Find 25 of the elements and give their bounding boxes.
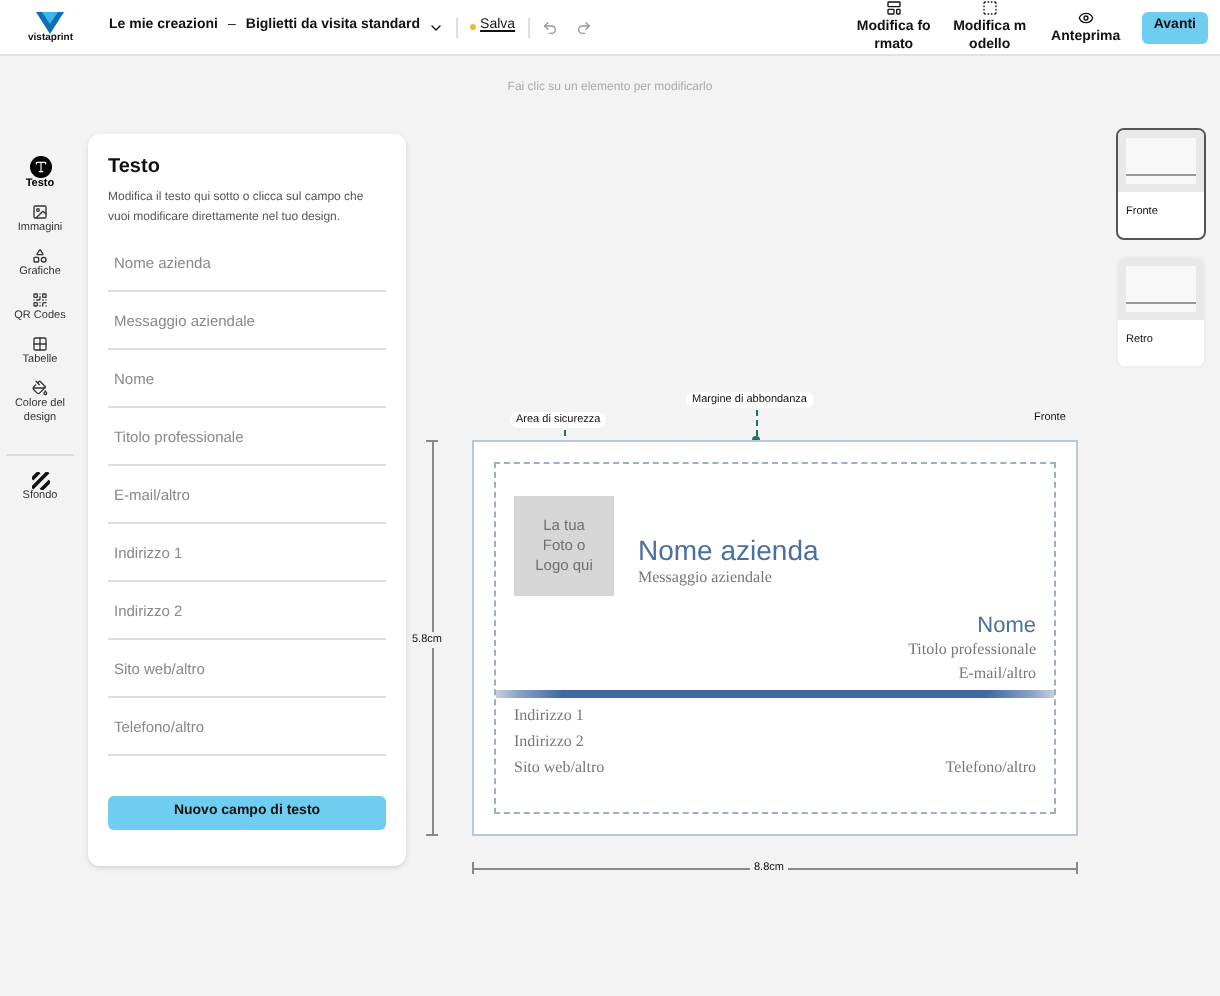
redo-icon[interactable] [575, 19, 592, 35]
thumbnail-preview [1118, 130, 1204, 192]
website-text[interactable]: Sito web/altro [514, 754, 605, 780]
address-line[interactable]: Indirizzo 2 [514, 728, 605, 754]
rail-icon [32, 248, 48, 264]
panel-title: Testo [108, 154, 162, 182]
person-name[interactable]: Nome [977, 614, 1036, 638]
toolbar-icon [885, 0, 902, 16]
thumbnail-preview [1118, 258, 1204, 320]
email-text[interactable]: E-mail/altro [958, 662, 1036, 686]
toolbar-icon [1077, 9, 1094, 25]
address-line[interactable]: Indirizzo 1 [514, 702, 605, 728]
undo-icon[interactable] [541, 19, 558, 35]
company-name[interactable]: Nome azienda [638, 534, 819, 566]
rail-icon [32, 292, 48, 308]
pattern-icon [31, 472, 49, 490]
job-title[interactable]: Titolo professionale [908, 638, 1036, 662]
logo-icon [36, 11, 65, 33]
text-icon [29, 156, 51, 178]
rail-icon [32, 204, 48, 220]
toolbar-icon [981, 0, 998, 16]
company-message[interactable]: Messaggio aziendale [638, 566, 819, 590]
phone-text[interactable]: Telefono/altro [945, 754, 1036, 780]
rail-icon [32, 336, 48, 352]
rail-icon [32, 380, 48, 396]
